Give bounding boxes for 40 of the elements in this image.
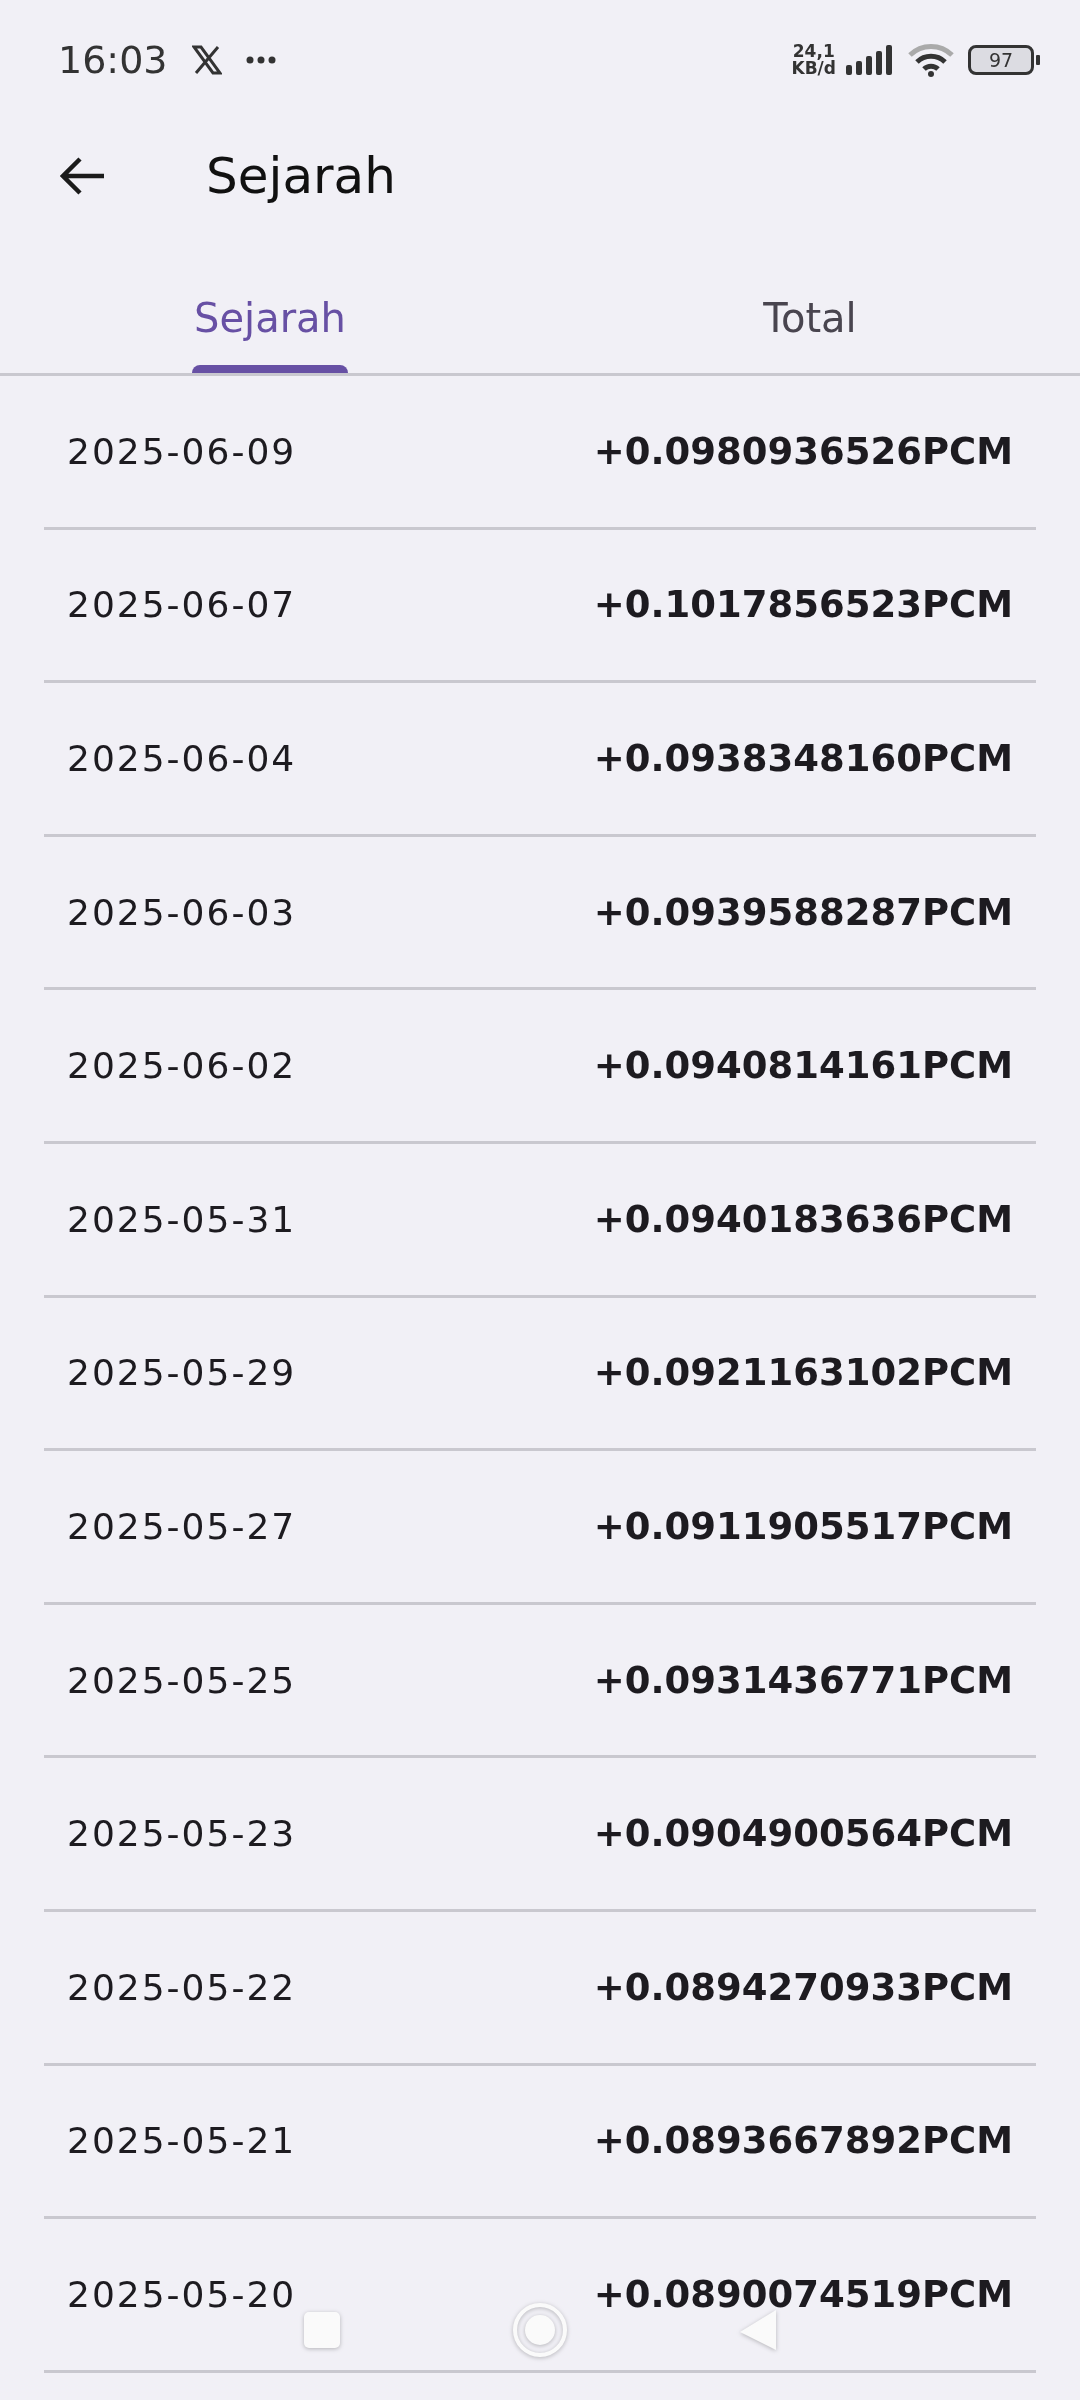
amount-text: +0.0894270933PCM bbox=[593, 1965, 1013, 2009]
amount-text: +0.0921163102PCM bbox=[593, 1351, 1013, 1395]
date-text: 2025-06-09 bbox=[67, 430, 297, 472]
signal-icon bbox=[846, 45, 894, 75]
date-text: 2025-05-25 bbox=[67, 1659, 297, 1701]
date-text: 2025-05-21 bbox=[67, 2120, 297, 2162]
date-text: 2025-05-22 bbox=[67, 1966, 297, 2008]
amount-text: +0.0893667892PCM bbox=[593, 2119, 1013, 2163]
date-text: 2025-05-27 bbox=[67, 1505, 297, 1547]
date-text: 2025-06-03 bbox=[67, 891, 297, 933]
recents-icon[interactable] bbox=[302, 2310, 342, 2350]
tab[interactable]: Sejarah bbox=[0, 232, 540, 373]
amount-text: +0.0931436771PCM bbox=[593, 1658, 1013, 1702]
back-arrow-icon bbox=[60, 156, 106, 196]
tab[interactable]: Total bbox=[540, 232, 1080, 373]
clock-time: 16:03 bbox=[58, 38, 168, 82]
date-text: 2025-06-07 bbox=[67, 584, 297, 626]
date-text: 2025-05-23 bbox=[67, 1813, 297, 1855]
amount-text: +0.0939588287PCM bbox=[593, 890, 1013, 934]
wifi-icon bbox=[908, 43, 954, 77]
data-rate: 24,1 bbox=[792, 43, 835, 60]
date-text: 2025-05-31 bbox=[67, 1198, 297, 1240]
home-icon[interactable] bbox=[512, 2302, 568, 2358]
date-text: 2025-06-02 bbox=[67, 1045, 297, 1087]
amount-text: +0.0980936526PCM bbox=[593, 429, 1013, 473]
date-text: 2025-05-29 bbox=[67, 1352, 297, 1394]
amount-text: +0.0938348160PCM bbox=[593, 737, 1013, 780]
amount-text: +0.0940183636PCM bbox=[593, 1197, 1013, 1241]
back-icon[interactable] bbox=[738, 2308, 778, 2352]
amount-text: +0.0904900564PCM bbox=[593, 1812, 1013, 1856]
date-text: 2025-05-20 bbox=[67, 2273, 297, 2315]
amount-text: +0.0890074519PCM bbox=[593, 2272, 1013, 2316]
amount-text: +0.0911905517PCM bbox=[593, 1504, 1013, 1548]
amount-text: +0.0940814161PCM bbox=[593, 1044, 1013, 1088]
amount-text: +0.1017856523PCM bbox=[593, 583, 1013, 627]
page-title: Sejarah bbox=[206, 147, 396, 205]
x-logo-icon bbox=[191, 45, 222, 75]
more-icon bbox=[245, 56, 276, 64]
date-text: 2025-06-04 bbox=[67, 738, 297, 779]
data-unit: KB/d bbox=[791, 60, 836, 77]
